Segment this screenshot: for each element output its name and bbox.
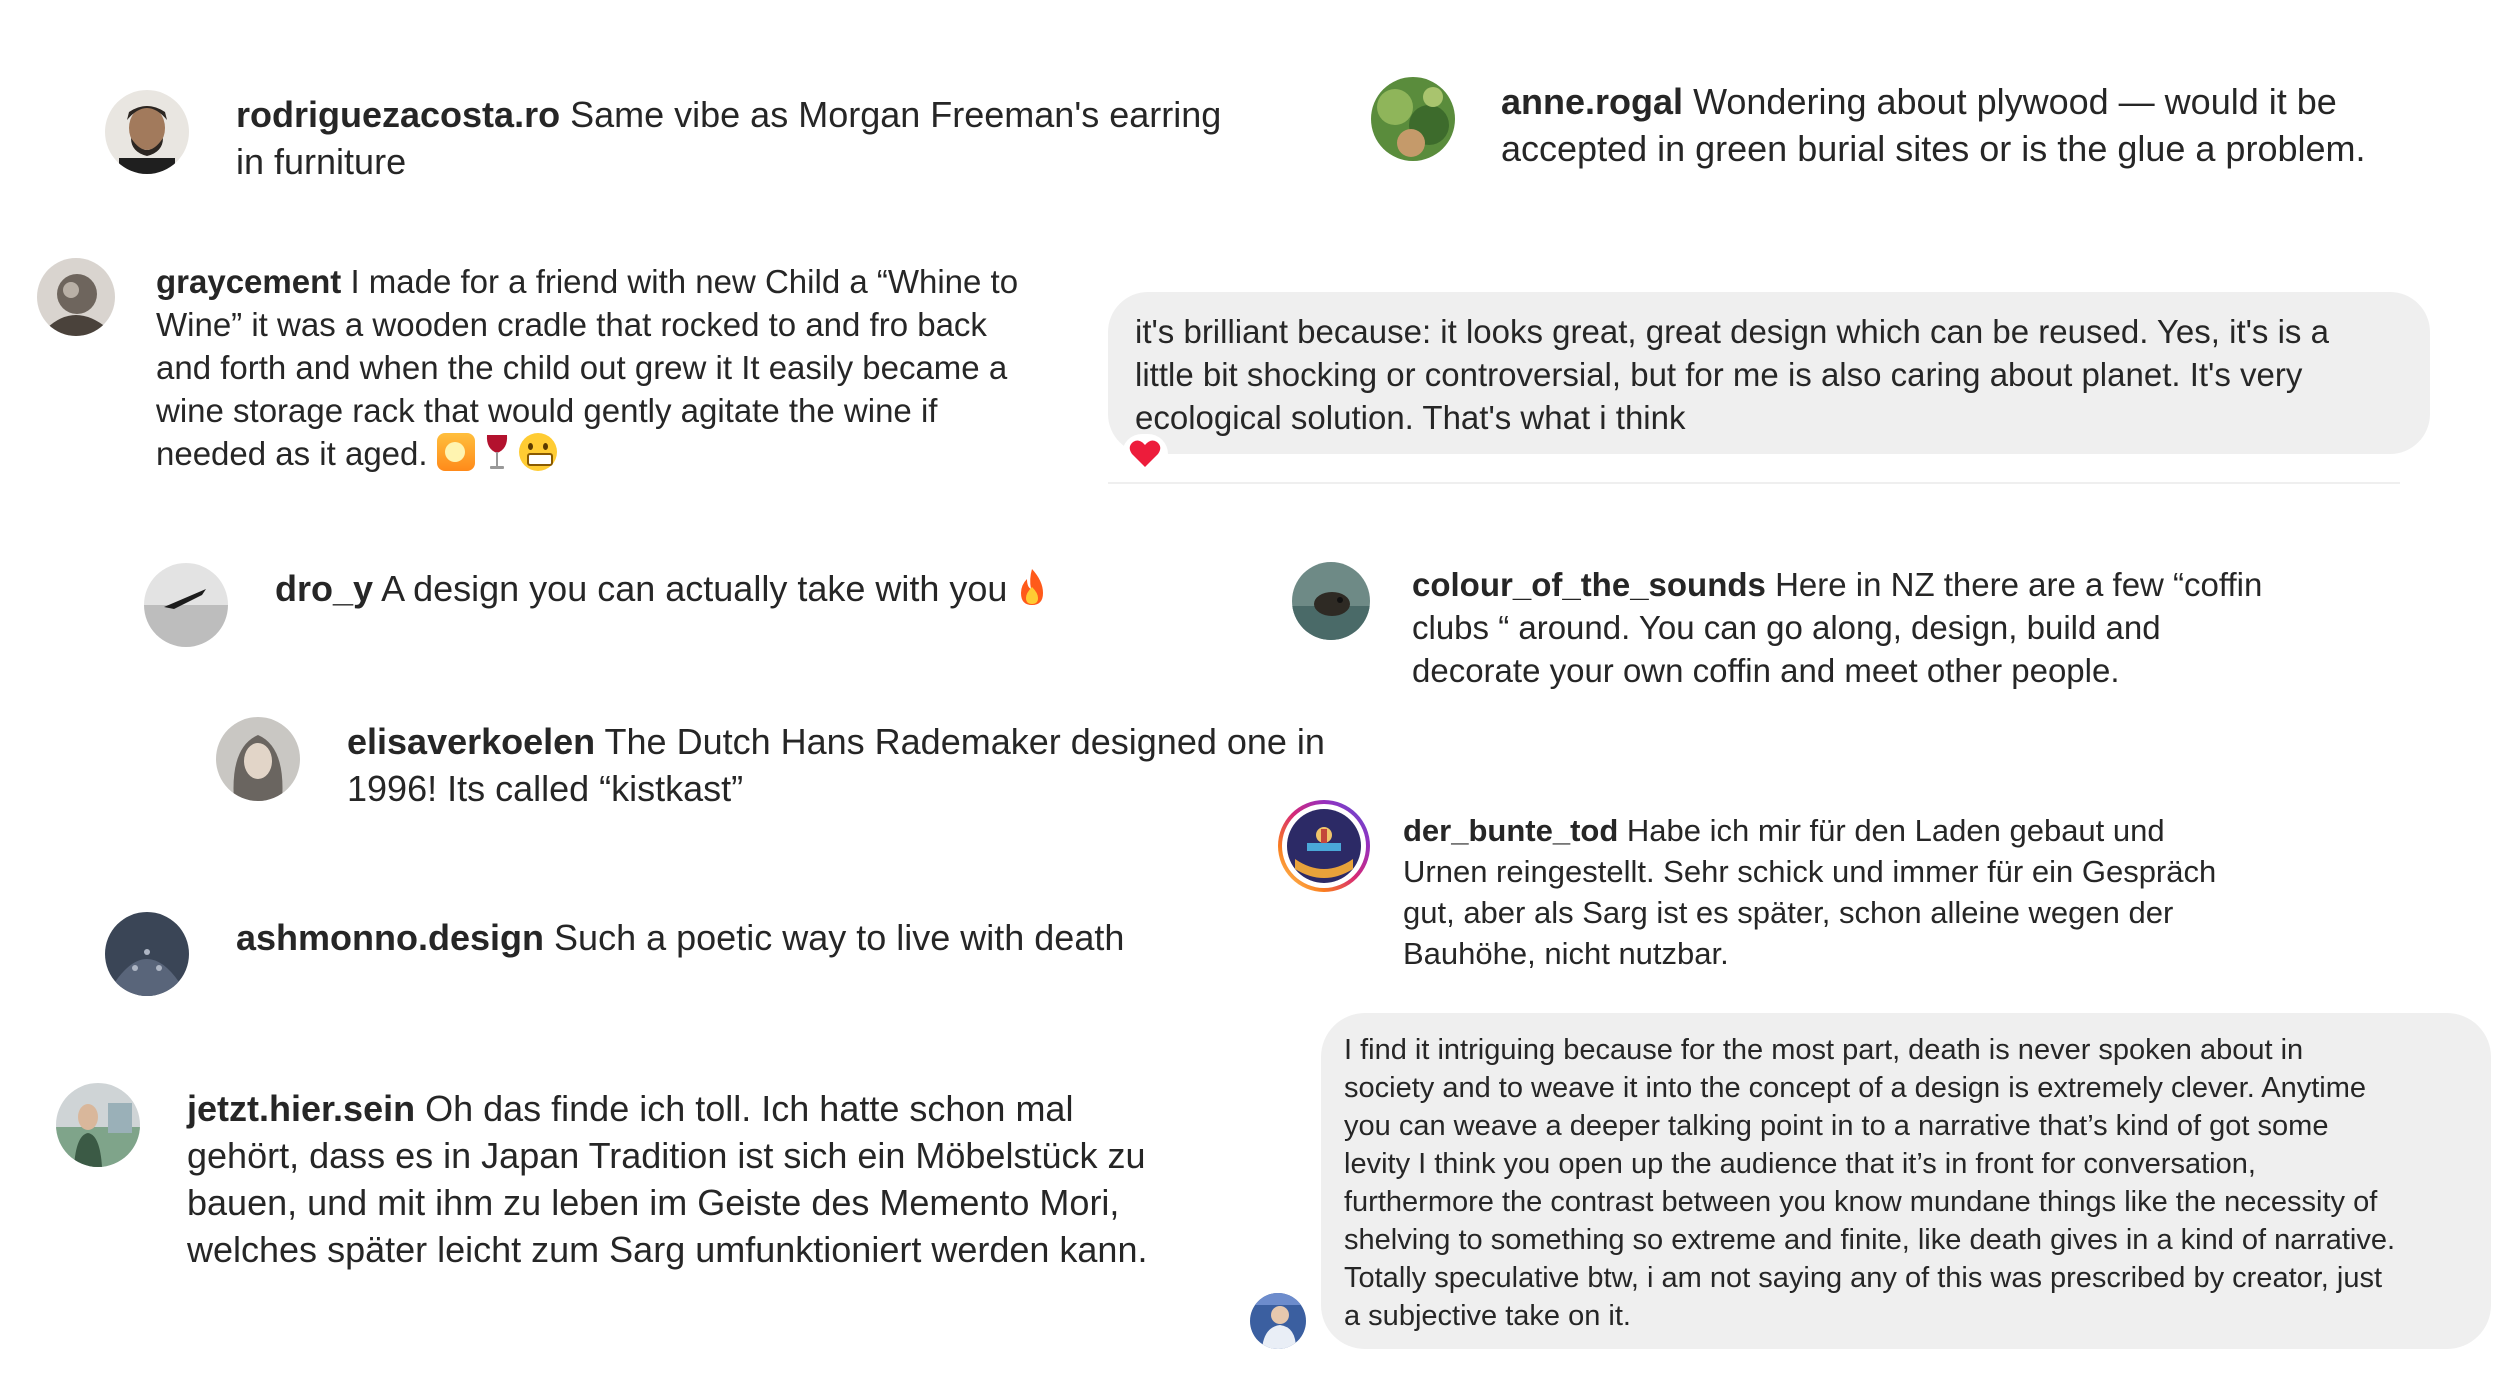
sunrise-emoji-icon xyxy=(436,433,475,471)
avatar[interactable] xyxy=(1250,1293,1306,1349)
comment-body-line: furthermore the contrast between you kno… xyxy=(1344,1186,2378,1218)
comment-body-line: shelving to something so extreme and fin… xyxy=(1344,1224,2396,1256)
comment-body-line: Totally speculative btw, i am not saying… xyxy=(1344,1262,2383,1294)
comment-body-line: wine storage rack that would gently agit… xyxy=(156,392,938,429)
comment-body: Habe ich mir für den Laden gebaut und xyxy=(1626,813,2165,848)
comment-body-line: ecological solution. That's what i think xyxy=(1135,399,1686,436)
username[interactable]: ashmonno.design xyxy=(236,917,544,958)
username[interactable]: jetzt.hier.sein xyxy=(187,1088,415,1129)
heart-reaction[interactable] xyxy=(1122,434,1168,474)
avatar-story-ring[interactable] xyxy=(1278,800,1370,892)
comment-text: anne.rogal Wondering about plywood — wou… xyxy=(1501,79,2491,173)
comment-body-line: a subjective take on it. xyxy=(1344,1300,1631,1332)
comment-body-line: decorate your own coffin and meet other … xyxy=(1412,652,2120,689)
comment-text: dro_y A design you can actually take wit… xyxy=(275,566,1175,613)
comment-body: Wondering about plywood — would it be xyxy=(1693,81,2337,122)
avatar[interactable] xyxy=(1371,77,1455,161)
comment-text: der_bunte_tod Habe ich mir für den Laden… xyxy=(1403,810,2403,974)
comment-body-line: levity I think you open up the audience … xyxy=(1344,1148,2256,1180)
avatar[interactable] xyxy=(216,717,300,801)
comment-body: A design you can actually take with you xyxy=(381,568,1008,609)
comment-body: The Dutch Hans Rademaker designed one in xyxy=(604,721,1325,762)
comment-body-line: in furniture xyxy=(236,140,407,182)
comment-body-line: it's brilliant because: it looks great, … xyxy=(1135,313,2329,350)
comment-body-line: Bauhöhe, nicht nutzbar. xyxy=(1403,936,1729,971)
comment-body-line: gut, aber als Sarg ist es später, schon … xyxy=(1403,895,2174,930)
comment-text: ashmonno.design Such a poetic way to liv… xyxy=(236,915,1236,962)
avatar[interactable] xyxy=(56,1083,140,1167)
comment-body-line: Wine” it was a wooden cradle that rocked… xyxy=(156,306,987,343)
username[interactable]: graycement xyxy=(156,263,341,300)
comment-text: graycement I made for a friend with new … xyxy=(156,260,1096,475)
comment-body: Here in NZ there are a few “coffin xyxy=(1775,566,2263,603)
heart-icon xyxy=(1129,440,1161,467)
comment-body: Oh das finde ich toll. Ich hatte schon m… xyxy=(425,1088,1074,1129)
comment-body-line: needed as it aged. xyxy=(156,435,428,472)
username[interactable]: anne.rogal xyxy=(1501,81,1683,122)
username[interactable]: rodriguezacosta.ro xyxy=(236,94,560,135)
fire-emoji-icon xyxy=(1021,569,1044,605)
username[interactable]: colour_of_the_sounds xyxy=(1412,566,1766,603)
comment-body-line: gehört, dass es in Japan Tradition ist s… xyxy=(187,1135,1146,1176)
comment-body-line: Urnen reingestellt. Sehr schick und imme… xyxy=(1403,854,2217,889)
grimacing-face-emoji-icon xyxy=(519,433,558,471)
comment-body-line: welches später leicht zum Sarg umfunktio… xyxy=(187,1229,1148,1270)
avatar[interactable] xyxy=(105,912,189,996)
comment-body-line: little bit shocking or controversial, bu… xyxy=(1135,356,2303,393)
comment-body: Such a poetic way to live with death xyxy=(554,917,1125,958)
comment-body-line: society and to weave it into the concept… xyxy=(1344,1072,2366,1104)
comment-body-line: accepted in green burial sites or is the… xyxy=(1501,127,2366,169)
avatar[interactable] xyxy=(1292,562,1370,640)
comment-body: Same vibe as Morgan Freeman's earring xyxy=(570,94,1222,135)
avatar[interactable] xyxy=(105,90,189,174)
username[interactable]: elisaverkoelen xyxy=(347,721,595,762)
comment-body-line: and forth and when the child out grew it… xyxy=(156,349,1008,386)
comment-text: colour_of_the_sounds Here in NZ there ar… xyxy=(1412,563,2412,692)
wine-glass-emoji-icon xyxy=(486,435,507,469)
comment-body-line: I made for a friend with new Child a “Wh… xyxy=(350,263,1019,300)
divider xyxy=(1108,482,2400,484)
username[interactable]: der_bunte_tod xyxy=(1403,813,1618,848)
comment-text: I find it intriguing because for the mos… xyxy=(1344,1031,2484,1335)
comment-body-line: clubs “ around. You can go along, design… xyxy=(1412,609,2161,646)
username[interactable]: dro_y xyxy=(275,568,373,609)
comment-body-line: you can weave a deeper talking point in … xyxy=(1344,1110,2329,1142)
avatar[interactable] xyxy=(144,563,228,647)
comment-body-line: bauen, und mit ihm zu leben im Geiste de… xyxy=(187,1182,1120,1223)
comment-text: elisaverkoelen The Dutch Hans Rademaker … xyxy=(347,719,1347,813)
comment-text: rodriguezacosta.ro Same vibe as Morgan F… xyxy=(236,92,1296,186)
comment-text: it's brilliant because: it looks great, … xyxy=(1135,310,2425,439)
comment-text: jetzt.hier.sein Oh das finde ich toll. I… xyxy=(187,1085,1307,1273)
comment-body-line: 1996! Its called “kistkast” xyxy=(347,767,744,809)
comment-body-line: I find it intriguing because for the mos… xyxy=(1344,1034,2304,1066)
avatar[interactable] xyxy=(37,258,115,336)
